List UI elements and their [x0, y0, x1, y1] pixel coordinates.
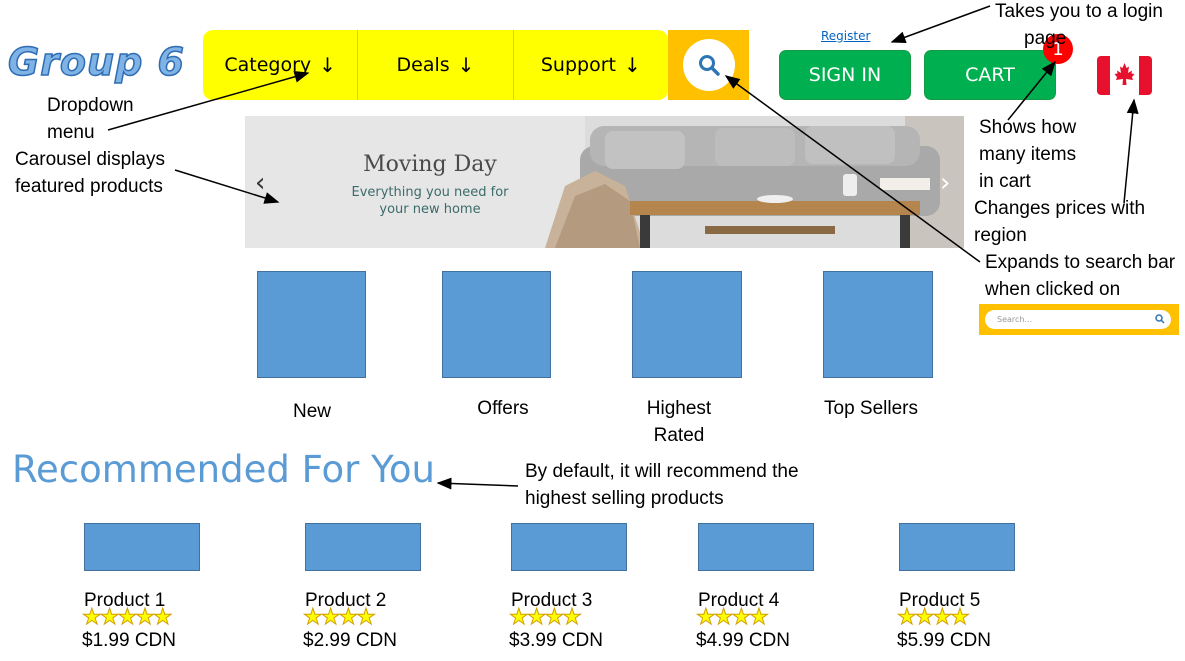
product-image[interactable]: [899, 523, 1015, 571]
annotation-line: Takes you to a login: [995, 1, 1163, 22]
annotation-line: page: [1024, 28, 1067, 49]
annotation-line: featured products: [15, 176, 163, 197]
annotation-login: Takes you to a login page: [995, 0, 1163, 52]
nav-deals-label: Deals: [396, 54, 450, 76]
carousel-subtitle-line: your new home: [379, 202, 481, 217]
star-rating: ★★★★: [696, 605, 770, 630]
site-logo[interactable]: Group 6: [7, 39, 185, 85]
annotation-region: Changes prices with region: [974, 195, 1145, 249]
arrow-recommend: [436, 477, 519, 490]
nav-deals[interactable]: Deals ↓: [358, 30, 514, 100]
product-image[interactable]: [84, 523, 200, 571]
product-price: $5.99 CDN: [897, 630, 991, 651]
carousel-subtitle: Everything you need for your new home: [245, 184, 615, 218]
annotation-line: Expands to search bar: [985, 252, 1176, 273]
annotation-line: many items: [979, 144, 1077, 165]
carousel-subtitle-line: Everything you need for: [351, 185, 509, 200]
arrow-login: [890, 5, 991, 43]
category-label-top-sellers[interactable]: Top Sellers: [811, 395, 931, 422]
nav-category-label: Category: [224, 54, 312, 76]
annotation-line: Carousel displays: [15, 149, 165, 170]
nav-category[interactable]: Category ↓: [203, 30, 359, 100]
annotation-line: Dropdown: [47, 95, 134, 116]
arrow-down-icon: ↓: [623, 53, 641, 77]
annotation-line: Changes prices with: [974, 198, 1146, 219]
search-button-circle[interactable]: [682, 39, 735, 91]
annotation-search: Expands to search bar when clicked on: [985, 249, 1175, 303]
annotation-line: highest selling products: [525, 488, 724, 509]
product-image[interactable]: [511, 523, 627, 571]
category-tile-offers[interactable]: [442, 271, 551, 378]
expanded-search-input: Search...: [985, 310, 1171, 329]
arrow-down-icon: ↓: [457, 53, 475, 77]
expanded-search-bar: Search...: [979, 304, 1179, 335]
featured-carousel[interactable]: Moving Day Everything you need for your …: [245, 116, 964, 248]
category-label-highest-rated[interactable]: Highest Rated: [639, 395, 719, 449]
carousel-sofa-image: [245, 116, 964, 248]
category-tile-new[interactable]: [257, 271, 366, 378]
arrow-down-icon: ↓: [319, 53, 336, 77]
annotation-line: region: [974, 225, 1027, 246]
annotation-carousel: Carousel displays featured products: [15, 146, 165, 200]
annotation-line: when clicked on: [985, 279, 1121, 300]
product-image[interactable]: [698, 523, 814, 571]
product-image[interactable]: [305, 523, 421, 571]
canada-flag-icon[interactable]: [1097, 56, 1152, 95]
carousel-next-icon[interactable]: ›: [940, 168, 950, 198]
annotation-line: in cart: [979, 171, 1031, 192]
annotation-line: menu: [47, 122, 95, 143]
carousel-title: Moving Day: [363, 152, 497, 177]
register-link[interactable]: Register: [821, 29, 870, 43]
search-button[interactable]: [668, 30, 749, 100]
star-rating: ★★★★★: [82, 605, 174, 630]
nav-bar: Category ↓ Deals ↓ Support ↓: [203, 30, 668, 100]
cart-button[interactable]: CART: [924, 50, 1056, 100]
star-rating: ★★★★: [303, 605, 377, 630]
annotation-recommend: By default, it will recommend the highes…: [525, 458, 799, 512]
product-price: $2.99 CDN: [303, 630, 397, 651]
annotation-dropdown: Dropdown menu: [47, 92, 134, 146]
category-tile-top-sellers[interactable]: [823, 271, 933, 378]
product-price: $4.99 CDN: [696, 630, 790, 651]
category-label-offers[interactable]: Offers: [443, 395, 563, 422]
carousel-prev-icon[interactable]: ‹: [255, 168, 265, 198]
annotation-cart-count: Shows how many items in cart: [979, 114, 1076, 195]
star-rating: ★★★★: [897, 605, 971, 630]
product-price: $1.99 CDN: [82, 630, 176, 651]
category-label-new[interactable]: New: [252, 398, 372, 425]
search-icon: [698, 55, 720, 76]
annotation-line: By default, it will recommend the: [525, 461, 799, 482]
annotation-line: Shows how: [979, 117, 1077, 138]
arrow-region: [1123, 98, 1139, 204]
nav-support-label: Support: [540, 54, 616, 76]
star-rating: ★★★★: [509, 605, 583, 630]
recommended-heading: Recommended For You: [12, 448, 435, 491]
product-price: $3.99 CDN: [509, 630, 603, 651]
sign-in-button[interactable]: SIGN IN: [779, 50, 911, 100]
nav-support[interactable]: Support ↓: [514, 30, 668, 100]
category-tile-highest-rated[interactable]: [632, 271, 742, 378]
search-icon: [1155, 314, 1165, 324]
